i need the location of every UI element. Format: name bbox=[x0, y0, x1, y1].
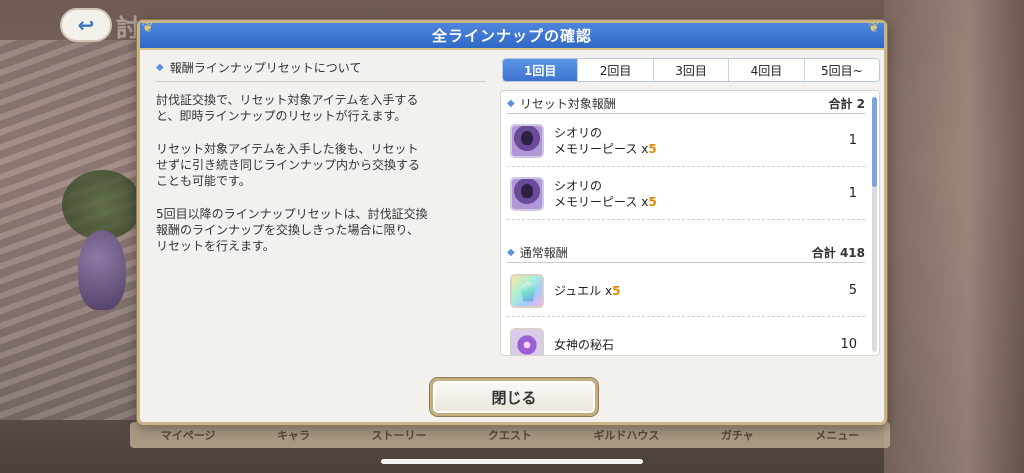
dialog-title: 全ラインナップの確認 bbox=[431, 27, 592, 45]
nav-menu[interactable]: メニュー bbox=[815, 427, 859, 443]
reset-rewards-title: リセット対象報酬 bbox=[519, 96, 616, 111]
nav-guildhouse[interactable]: ギルドハウス bbox=[593, 427, 659, 443]
divider bbox=[507, 113, 865, 114]
memory-piece-icon bbox=[510, 176, 544, 211]
tab-round-3[interactable]: 3回目 bbox=[654, 59, 730, 81]
divider bbox=[507, 262, 865, 263]
jewel-icon bbox=[510, 273, 544, 308]
back-button[interactable]: ↩ bbox=[60, 8, 112, 42]
list-item[interactable]: ジュエル x5 5 bbox=[507, 265, 865, 317]
item-name: ジュエル x5 bbox=[554, 283, 621, 298]
nav-character[interactable]: キャラ bbox=[277, 427, 310, 443]
reset-rewards-total: 合計 2 bbox=[828, 96, 865, 111]
tab-round-4[interactable]: 4回目 bbox=[729, 59, 805, 81]
normal-rewards-header: ◆ 通常報酬 合計 418 bbox=[507, 243, 865, 261]
info-paragraph-2: リセット対象アイテムを入手した後も、リセット せずに引き続き同じラインナップ内か… bbox=[156, 142, 421, 188]
nav-quest[interactable]: クエスト bbox=[488, 427, 532, 443]
diamond-bullet-icon: ◆ bbox=[156, 62, 164, 73]
info-section-title: 報酬ラインナップリセットについて bbox=[169, 61, 362, 75]
list-item[interactable]: 女神の秘石 10 bbox=[507, 319, 865, 355]
corner-ornament-icon: ❦ bbox=[142, 20, 155, 36]
lineup-dialog: ❦ 全ラインナップの確認 ❦ ◆ 報酬ラインナップリセットについて 討伐証交換で… bbox=[137, 20, 887, 425]
item-name: シオリの メモリーピース x5 bbox=[554, 178, 657, 209]
info-paragraph-3: 5回目以降のラインナップリセットは、討伐証交換 報酬のラインナップを交換しきった… bbox=[156, 207, 428, 253]
normal-rewards-total: 合計 418 bbox=[811, 245, 865, 260]
dialog-header: ❦ 全ラインナップの確認 ❦ bbox=[140, 20, 884, 50]
list-item[interactable]: シオリの メモリーピース x5 1 bbox=[507, 115, 865, 167]
goddess-stone-icon bbox=[510, 327, 544, 355]
item-name: 女神の秘石 bbox=[554, 337, 615, 352]
list-scrollbar[interactable] bbox=[872, 97, 877, 352]
item-count: 1 bbox=[848, 133, 857, 148]
info-section-header: ◆ 報酬ラインナップリセットについて bbox=[156, 59, 486, 82]
item-count: 1 bbox=[848, 186, 857, 201]
reset-rewards-header: ◆ リセット対象報酬 合計 2 bbox=[507, 94, 865, 112]
corner-ornament-icon: ❦ bbox=[868, 20, 881, 36]
back-arrow-icon: ↩ bbox=[77, 13, 95, 37]
scrollbar-thumb[interactable] bbox=[872, 97, 877, 187]
tab-round-5-plus[interactable]: 5回目~ bbox=[805, 59, 879, 81]
item-count: 10 bbox=[840, 337, 857, 352]
memory-piece-icon bbox=[510, 123, 544, 158]
home-indicator[interactable] bbox=[381, 459, 643, 464]
close-button[interactable]: 閉じる bbox=[430, 378, 598, 416]
item-count: 5 bbox=[848, 283, 857, 298]
nav-story[interactable]: ストーリー bbox=[371, 427, 426, 443]
tab-round-1[interactable]: 1回目 bbox=[503, 59, 579, 81]
bottom-nav: マイページ キャラ ストーリー クエスト ギルドハウス ガチャ メニュー bbox=[130, 422, 890, 448]
diamond-bullet-icon: ◆ bbox=[507, 97, 515, 109]
tab-round-2[interactable]: 2回目 bbox=[578, 59, 654, 81]
info-panel: ◆ 報酬ラインナップリセットについて 討伐証交換で、リセット対象アイテムを入手す… bbox=[156, 59, 486, 254]
diamond-bullet-icon: ◆ bbox=[507, 246, 515, 258]
info-paragraph-1: 討伐証交換で、リセット対象アイテムを入手する と、即時ラインナップのリセットが行… bbox=[156, 93, 419, 123]
list-item[interactable]: シオリの メモリーピース x5 1 bbox=[507, 168, 865, 220]
background-wall bbox=[884, 0, 1024, 473]
normal-rewards-title: 通常報酬 bbox=[519, 245, 568, 260]
round-tabs: 1回目 2回目 3回目 4回目 5回目~ bbox=[502, 58, 880, 82]
nav-gacha[interactable]: ガチャ bbox=[721, 427, 754, 443]
nav-mypage[interactable]: マイページ bbox=[161, 427, 216, 443]
background-vase bbox=[78, 230, 126, 310]
item-name: シオリの メモリーピース x5 bbox=[554, 125, 657, 156]
reward-list[interactable]: ◆ リセット対象報酬 合計 2 シオリの メモリーピース x5 1 シオリの メ… bbox=[500, 90, 880, 356]
